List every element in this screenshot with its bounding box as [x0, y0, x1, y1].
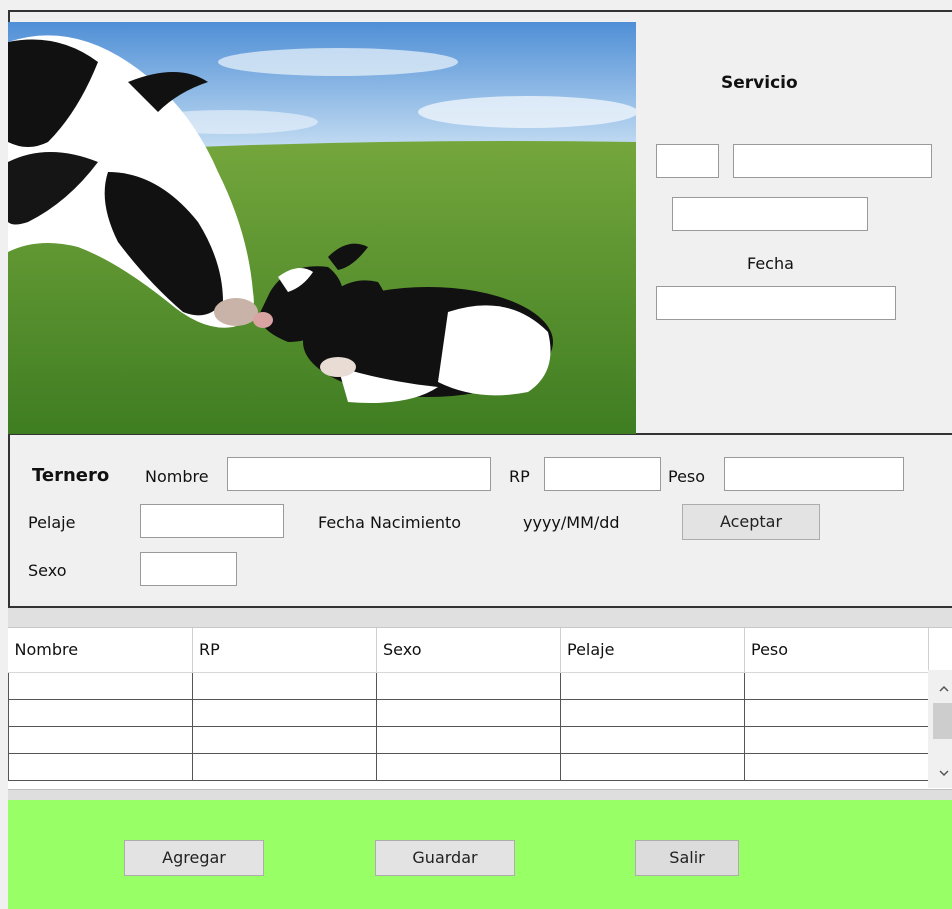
- pelaje-label: Pelaje: [28, 513, 76, 532]
- rp-field[interactable]: [544, 457, 661, 491]
- fecha-format-hint: yyyy/MM/dd: [523, 513, 620, 532]
- table-cell[interactable]: [744, 753, 929, 781]
- table-row[interactable]: [8, 753, 929, 781]
- table-cell[interactable]: [560, 726, 745, 754]
- table-cell[interactable]: [744, 672, 929, 700]
- rp-label: RP: [509, 467, 530, 486]
- nombre-field[interactable]: [227, 457, 491, 491]
- sexo-field[interactable]: [140, 552, 237, 586]
- table-cell[interactable]: [192, 699, 377, 727]
- peso-field[interactable]: [724, 457, 904, 491]
- table-cell[interactable]: [744, 699, 929, 727]
- table-cell[interactable]: [376, 699, 561, 727]
- table-cell[interactable]: [192, 726, 377, 754]
- table-cell[interactable]: [192, 672, 377, 700]
- scrollbar-thumb[interactable]: [933, 703, 952, 739]
- servicio-code-field[interactable]: [656, 144, 719, 178]
- table-row[interactable]: [8, 699, 929, 727]
- sexo-label: Sexo: [28, 561, 67, 580]
- column-header-rp[interactable]: RP: [192, 628, 377, 673]
- table-cell[interactable]: [560, 672, 745, 700]
- fecha-label: Fecha: [747, 254, 794, 273]
- column-header-peso[interactable]: Peso: [744, 628, 929, 673]
- table-cell[interactable]: [8, 699, 193, 727]
- peso-label: Peso: [668, 467, 706, 486]
- table-cell[interactable]: [744, 726, 929, 754]
- pelaje-field[interactable]: [140, 504, 284, 538]
- servicio-name-field[interactable]: [733, 144, 932, 178]
- chevron-up-icon[interactable]: [937, 681, 951, 695]
- nombre-label: Nombre: [145, 467, 209, 486]
- agregar-button[interactable]: Agregar: [124, 840, 264, 876]
- grid-table: Nombre RP Sexo Pelaje Peso: [8, 628, 929, 781]
- aceptar-button[interactable]: Aceptar: [682, 504, 820, 540]
- servicio-extra-field[interactable]: [672, 197, 868, 231]
- table-cell[interactable]: [376, 672, 561, 700]
- grid-bottom-gap: [8, 790, 952, 800]
- table-cell[interactable]: [560, 753, 745, 781]
- table-cell[interactable]: [8, 753, 193, 781]
- chevron-down-icon[interactable]: [937, 765, 951, 779]
- grid-separator: [8, 608, 952, 627]
- guardar-button[interactable]: Guardar: [375, 840, 515, 876]
- table-cell[interactable]: [192, 753, 377, 781]
- column-header-sexo[interactable]: Sexo: [376, 628, 561, 673]
- terneros-grid[interactable]: Nombre RP Sexo Pelaje Peso: [8, 627, 952, 790]
- table-cell[interactable]: [8, 726, 193, 754]
- table-cell[interactable]: [560, 699, 745, 727]
- cow-and-calf-image: [8, 22, 636, 434]
- table-cell[interactable]: [376, 753, 561, 781]
- table-cell[interactable]: [376, 726, 561, 754]
- fecha-nacimiento-label: Fecha Nacimiento: [318, 513, 462, 532]
- table-row[interactable]: [8, 672, 929, 700]
- column-header-nombre[interactable]: Nombre: [8, 628, 193, 673]
- ternero-title: Ternero: [32, 465, 110, 486]
- fecha-field[interactable]: [656, 286, 896, 320]
- grid-header-row: Nombre RP Sexo Pelaje Peso: [8, 628, 929, 673]
- servicio-title: Servicio: [721, 73, 798, 93]
- table-cell[interactable]: [8, 672, 193, 700]
- column-header-pelaje[interactable]: Pelaje: [560, 628, 745, 673]
- salir-button[interactable]: Salir: [635, 840, 739, 876]
- table-row[interactable]: [8, 726, 929, 754]
